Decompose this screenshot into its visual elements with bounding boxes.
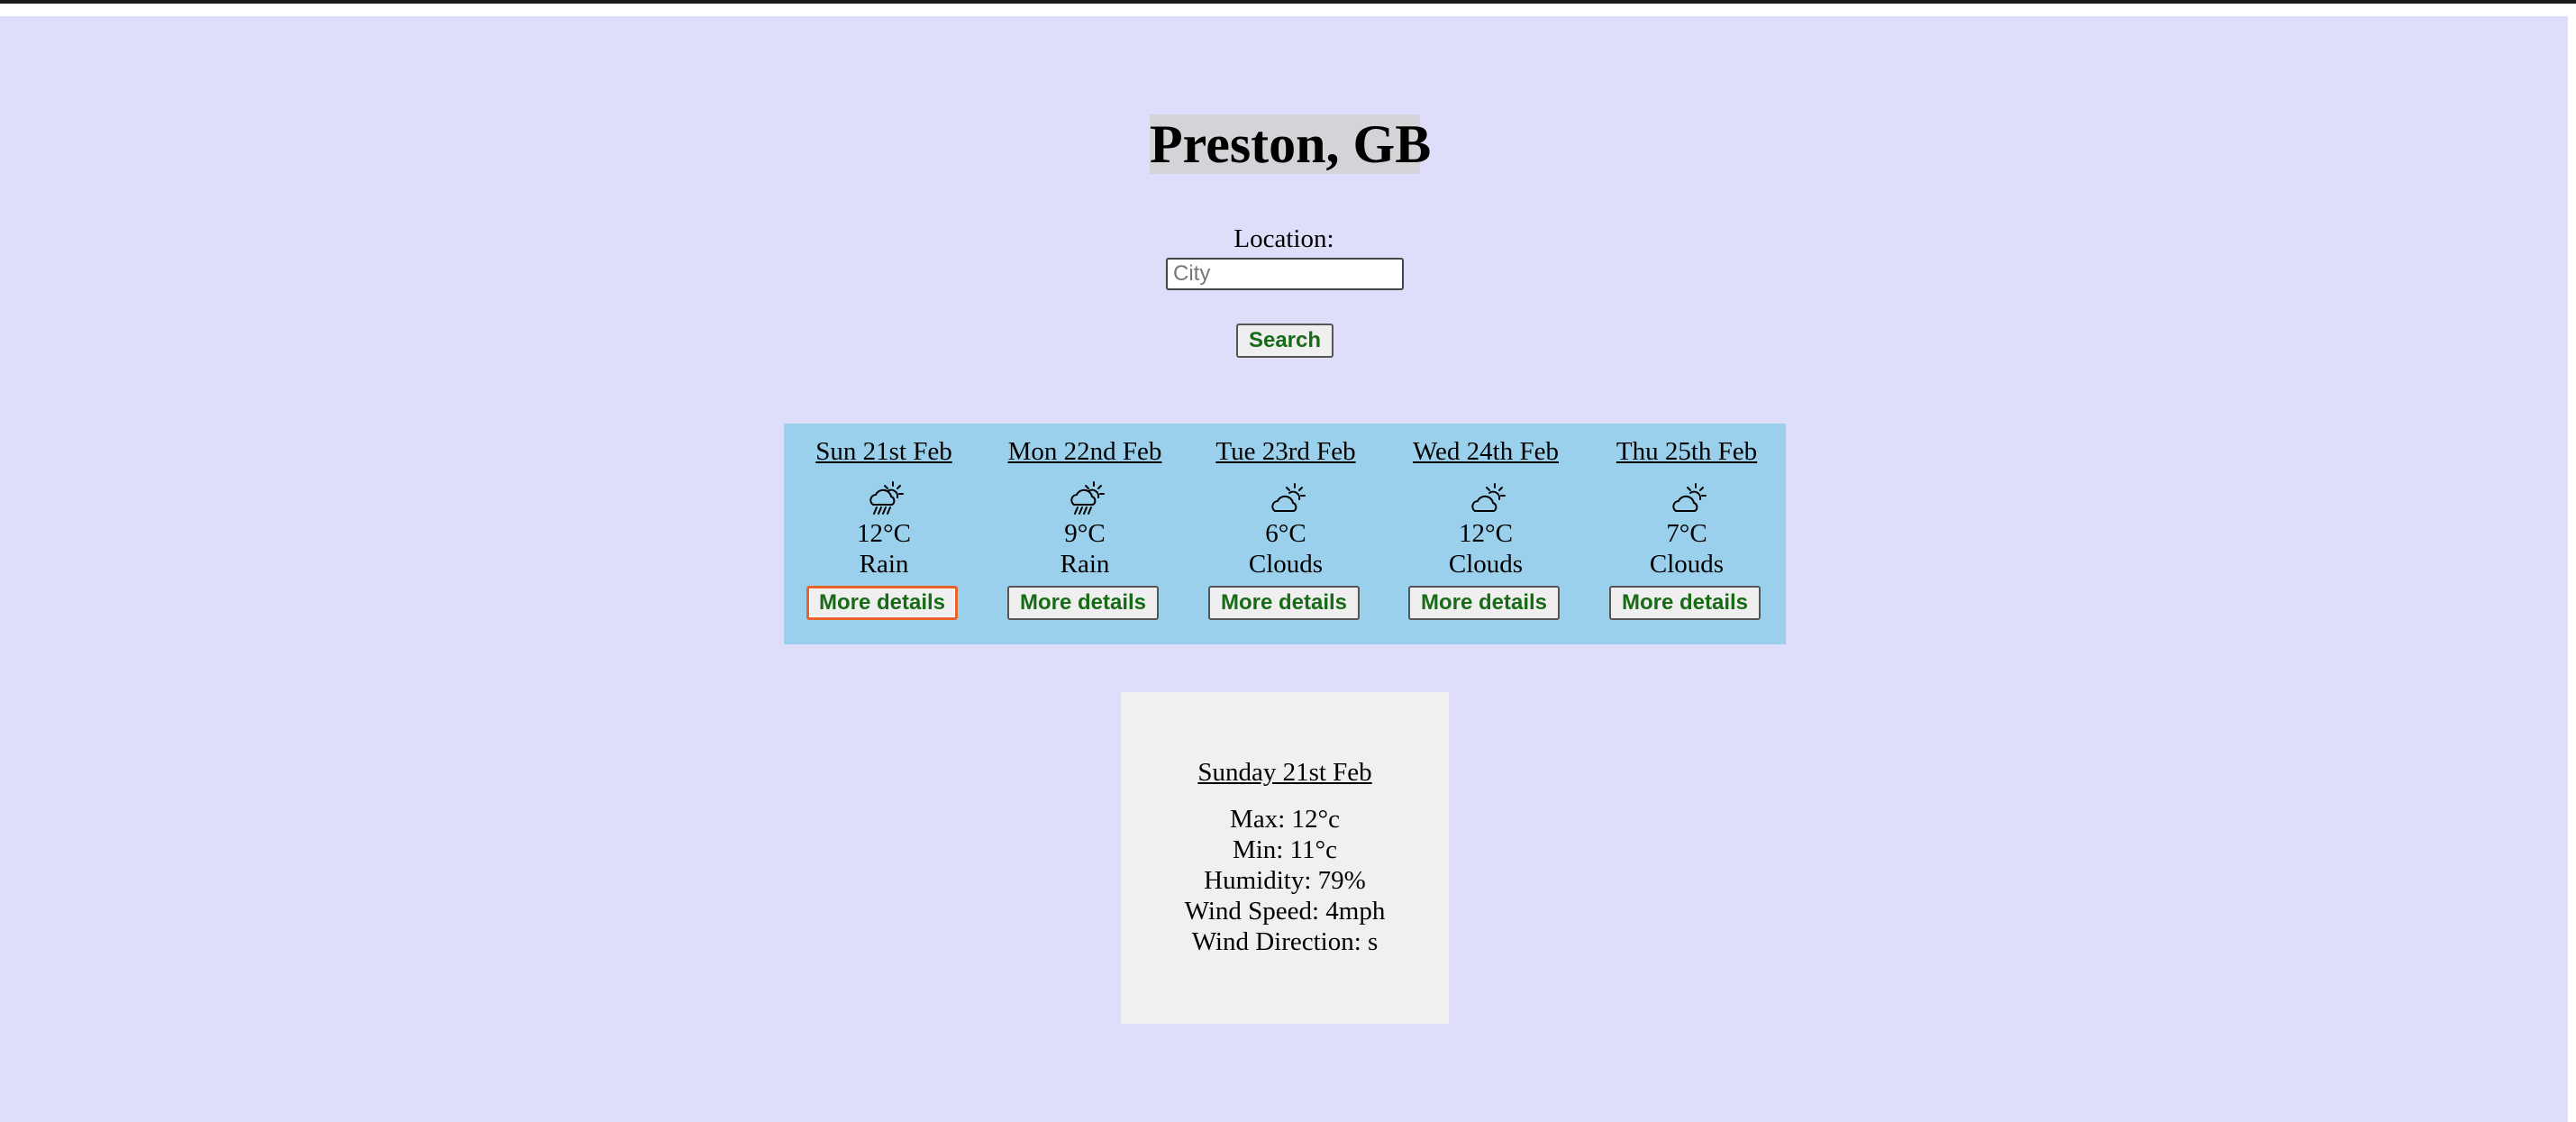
forecast-day-title: Tue 23rd Feb	[1215, 437, 1356, 466]
forecast-temperature: 7°C	[1666, 519, 1707, 548]
more-details-button[interactable]: More details	[1208, 586, 1360, 620]
forecast-day: Tue 23rd Feb 6°C Clouds More details	[1186, 424, 1386, 644]
forecast-day: Wed 24th Feb 12°C Clouds More details	[1386, 424, 1586, 644]
forecast-day-title: Mon 22nd Feb	[1007, 437, 1162, 466]
location-label: Location:	[1233, 224, 1334, 253]
details-max: Max: 12°c	[1230, 805, 1340, 834]
forecast-day: Mon 22nd Feb 9°C Rain More details	[985, 424, 1185, 644]
more-details-button[interactable]: More details	[806, 586, 958, 620]
forecast-condition: Rain	[859, 550, 909, 579]
details-wind-speed: Wind Speed: 4mph	[1184, 897, 1386, 926]
cloud-sun-icon	[1672, 483, 1707, 512]
forecast-temperature: 9°C	[1064, 519, 1106, 548]
forecast-temperature: 12°C	[857, 519, 911, 548]
details-wind-direction: Wind Direction: s	[1191, 927, 1379, 956]
details-title: Sunday 21st Feb	[1197, 758, 1372, 787]
forecast-day-title: Sun 21st Feb	[815, 437, 952, 466]
city-input[interactable]	[1166, 258, 1404, 290]
more-details-button[interactable]: More details	[1007, 586, 1159, 620]
forecast-condition: Clouds	[1248, 550, 1324, 579]
search-button[interactable]: Search	[1236, 324, 1334, 358]
more-details-button[interactable]: More details	[1609, 586, 1761, 620]
details-humidity: Humidity: 79%	[1204, 866, 1366, 895]
cloud-sun-icon	[1271, 483, 1306, 512]
forecast-temperature: 6°C	[1265, 519, 1306, 548]
forecast-day: Thu 25th Feb 7°C Clouds More details	[1587, 424, 1787, 644]
right-edge	[2568, 16, 2576, 1122]
forecast-strip: Sun 21st Feb 12°C Rain More details Mon …	[784, 424, 1786, 644]
cloud-sun-icon	[1471, 483, 1506, 512]
forecast-day-title: Thu 25th Feb	[1616, 437, 1758, 466]
forecast-day-title: Wed 24th Feb	[1413, 437, 1559, 466]
forecast-condition: Clouds	[1448, 550, 1524, 579]
forecast-condition: Clouds	[1649, 550, 1725, 579]
browser-top-border	[0, 0, 2576, 4]
location-title: Preston, GB	[1150, 114, 1432, 174]
details-min: Min: 11°c	[1232, 835, 1338, 864]
forecast-condition: Rain	[1060, 550, 1110, 579]
more-details-button[interactable]: More details	[1408, 586, 1560, 620]
details-panel: Sunday 21st Feb Max: 12°c Min: 11°c Humi…	[1121, 692, 1449, 1024]
rain-sun-icon	[1070, 481, 1105, 515]
forecast-temperature: 12°C	[1459, 519, 1513, 548]
forecast-day: Sun 21st Feb 12°C Rain More details	[784, 424, 984, 644]
rain-sun-icon	[869, 481, 904, 515]
